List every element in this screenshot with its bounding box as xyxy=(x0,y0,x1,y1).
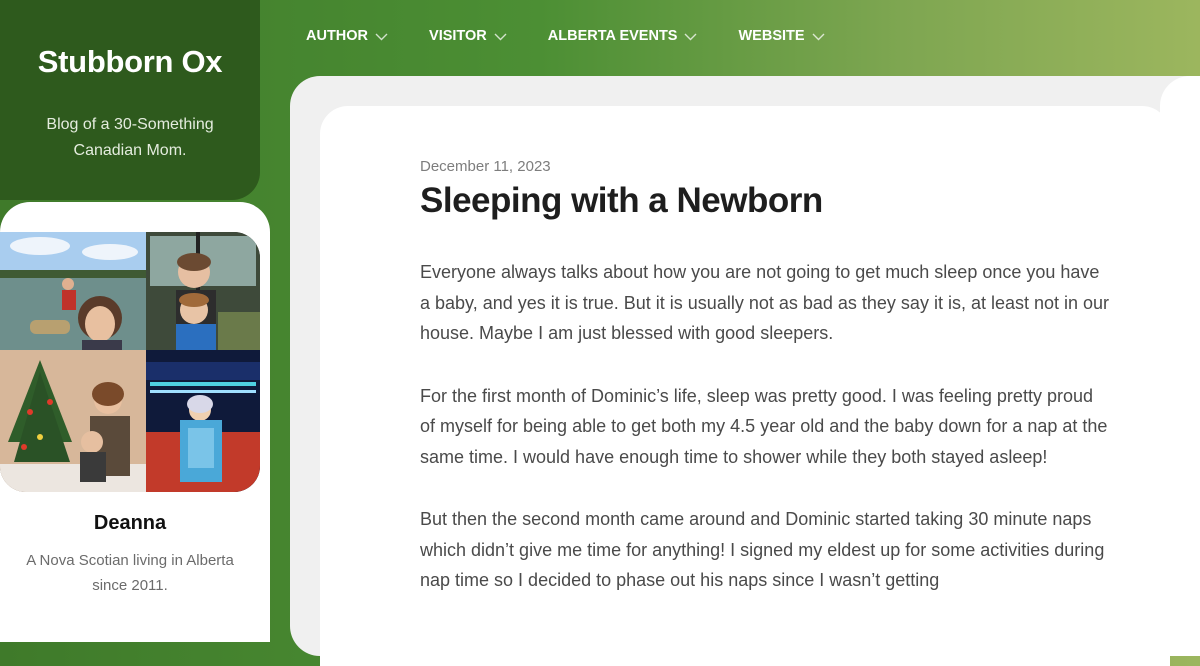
post-body: Everyone always talks about how you are … xyxy=(420,257,1110,596)
post-card: December 11, 2023 Sleeping with a Newbor… xyxy=(320,106,1170,666)
nav-label: VISITOR xyxy=(429,28,487,44)
post-date: December 11, 2023 xyxy=(420,158,551,175)
nav-label: WEBSITE xyxy=(738,28,805,44)
nav-item-author[interactable]: AUTHOR xyxy=(306,28,389,44)
main-nav: AUTHOR VISITOR ALBERTA EVENTS WEBSITE xyxy=(306,28,866,44)
post-paragraph: For the first month of Dominic’s life, s… xyxy=(420,385,1108,467)
profile-photo-collage xyxy=(0,232,260,492)
profile-name: Deanna xyxy=(93,512,167,534)
site-branding: Stubborn Ox Blog of a 30-Something Canad… xyxy=(0,0,260,200)
post-paragraph: Everyone always talks about how you are … xyxy=(420,262,1110,343)
chevron-down-icon xyxy=(812,33,825,40)
post-paragraph: But then the second month came around an… xyxy=(420,509,1105,590)
photo-collage-image xyxy=(0,232,260,492)
chevron-down-icon xyxy=(684,33,697,40)
chevron-down-icon xyxy=(375,33,388,40)
nav-item-visitor[interactable]: VISITOR xyxy=(429,28,508,44)
sidebar: Deanna A Nova Scotian living in Alberta … xyxy=(0,202,270,642)
nav-item-alberta-events[interactable]: ALBERTA EVENTS xyxy=(548,28,699,44)
nav-label: AUTHOR xyxy=(306,28,369,44)
site-title[interactable]: Stubborn Ox xyxy=(0,44,260,80)
post-title[interactable]: Sleeping with a Newborn xyxy=(420,181,1110,221)
site-tagline: Blog of a 30-Something Canadian Mom. xyxy=(46,116,214,159)
blog-post: December 11, 2023 Sleeping with a Newbor… xyxy=(420,158,1110,596)
nav-item-website[interactable]: WEBSITE xyxy=(738,28,825,44)
nav-label: ALBERTA EVENTS xyxy=(547,28,678,44)
profile-bio: A Nova Scotian living in Alberta since 2… xyxy=(26,552,234,594)
chevron-down-icon xyxy=(494,33,507,40)
